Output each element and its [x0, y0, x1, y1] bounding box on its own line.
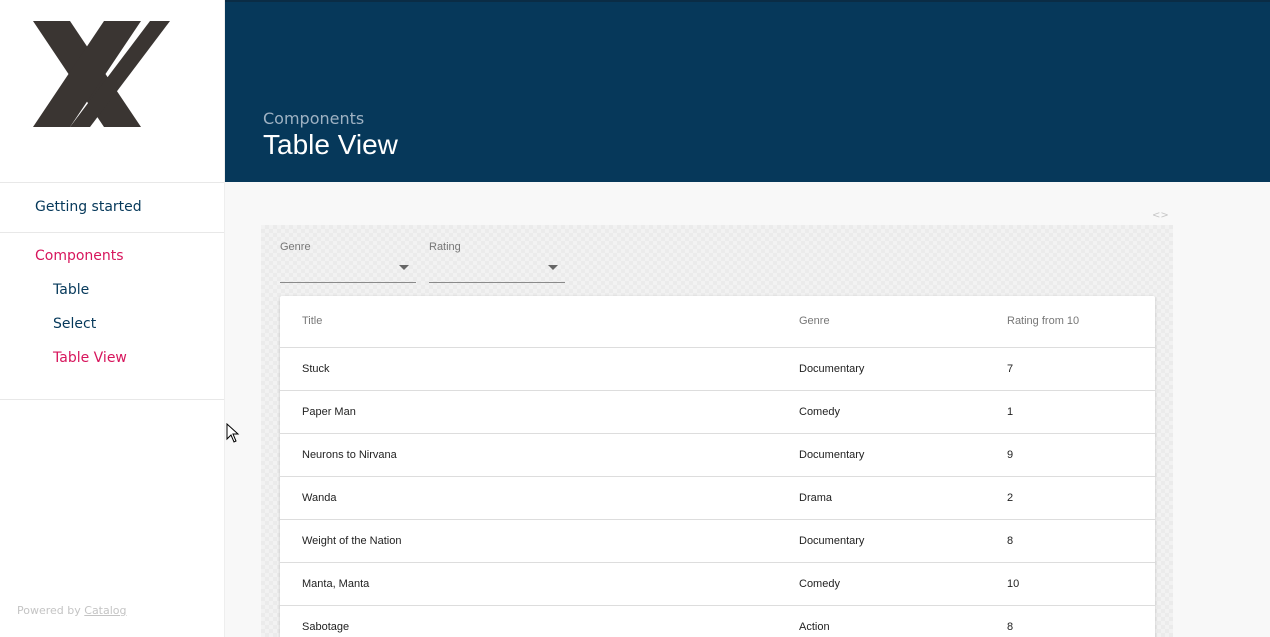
powered-prefix: Powered by — [17, 604, 85, 617]
sidebar: Getting started Components Table Select … — [0, 0, 225, 637]
cell-rating: 10 — [1007, 562, 1155, 606]
cell-genre: Comedy — [799, 562, 1007, 606]
code-toggle-button[interactable]: <> — [1152, 210, 1169, 221]
cell-rating: 1 — [1007, 390, 1155, 434]
rating-select-label: Rating — [429, 241, 461, 253]
cell-title: Manta, Manta — [280, 562, 799, 606]
table-row: Neurons to Nirvana Documentary 9 — [280, 433, 1155, 477]
cell-rating: 9 — [1007, 433, 1155, 477]
genre-select[interactable]: Genre — [280, 241, 416, 283]
page-header: Components Table View — [225, 0, 1270, 182]
cell-rating: 8 — [1007, 605, 1155, 637]
cell-genre: Documentary — [799, 433, 1007, 477]
column-header-rating[interactable]: Rating from 10 — [1007, 296, 1155, 348]
cell-rating: 7 — [1007, 347, 1155, 391]
nav-item-table[interactable]: Table — [0, 281, 224, 315]
cell-rating: 8 — [1007, 519, 1155, 563]
catalog-link[interactable]: Catalog — [84, 604, 126, 617]
cell-genre: Comedy — [799, 390, 1007, 434]
page-supertitle: Components — [263, 109, 365, 128]
column-header-title[interactable]: Title — [280, 296, 799, 348]
table-header-row: Title Genre Rating from 10 — [280, 296, 1155, 348]
cell-genre: Documentary — [799, 347, 1007, 391]
cell-title: Neurons to Nirvana — [280, 433, 799, 477]
genre-select-label: Genre — [280, 241, 311, 253]
table-row: Weight of the Nation Documentary 8 — [280, 519, 1155, 563]
movies-table: Title Genre Rating from 10 Stuck Documen… — [280, 296, 1155, 637]
cell-genre: Drama — [799, 476, 1007, 520]
logo-area — [0, 0, 224, 183]
table-row: Sabotage Action 8 — [280, 605, 1155, 637]
cell-rating: 2 — [1007, 476, 1155, 520]
main-content: <> Genre Rating Title Genre Rating from … — [225, 182, 1270, 637]
cell-title: Sabotage — [280, 605, 799, 637]
nav-item-select[interactable]: Select — [0, 315, 224, 349]
cell-title: Stuck — [280, 347, 799, 391]
column-header-genre[interactable]: Genre — [799, 296, 1007, 348]
cell-title: Weight of the Nation — [280, 519, 799, 563]
cell-title: Wanda — [280, 476, 799, 520]
nav-components-group: Components Table Select Table View — [0, 233, 224, 400]
chevron-down-icon — [399, 265, 409, 270]
cell-genre: Action — [799, 605, 1007, 637]
page-title: Table View — [263, 129, 398, 160]
mouse-cursor-icon — [226, 423, 240, 443]
table-row: Manta, Manta Comedy 10 — [280, 562, 1155, 606]
cell-title: Paper Man — [280, 390, 799, 434]
nav-components[interactable]: Components — [0, 247, 224, 281]
logo-icon — [33, 21, 170, 127]
nav-item-table-view[interactable]: Table View — [0, 349, 224, 383]
rating-select[interactable]: Rating — [429, 241, 565, 283]
table-row: Wanda Drama 2 — [280, 476, 1155, 520]
table-row: Paper Man Comedy 1 — [280, 390, 1155, 434]
table-row: Stuck Documentary 7 — [280, 347, 1155, 391]
nav-getting-started[interactable]: Getting started — [0, 183, 224, 233]
specimen-area: Genre Rating Title Genre Rating from 10 — [261, 225, 1173, 637]
cell-genre: Documentary — [799, 519, 1007, 563]
chevron-down-icon — [548, 265, 558, 270]
powered-by: Powered by Catalog — [17, 604, 127, 617]
